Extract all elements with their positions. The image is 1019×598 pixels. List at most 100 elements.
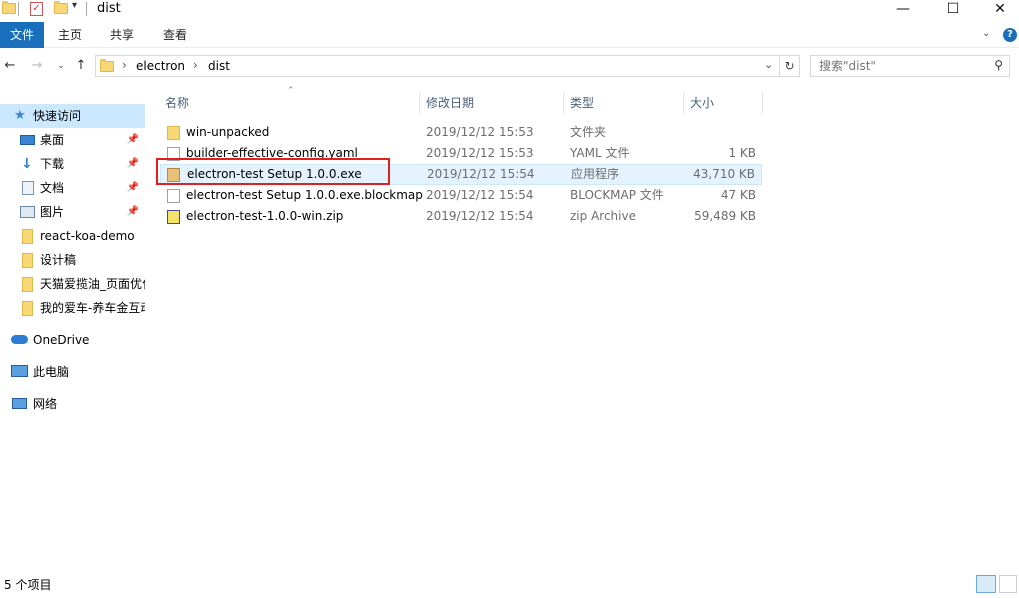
file-type: zip Archive (570, 209, 636, 223)
zip-icon (167, 210, 180, 224)
file-date: 2019/12/12 15:53 (426, 146, 534, 160)
folder-icon (22, 229, 33, 244)
back-arrow-icon[interactable]: ← (2, 58, 18, 74)
pin-icon[interactable]: 📌 (127, 200, 139, 224)
folder-icon (100, 59, 114, 75)
pin-icon[interactable]: 📌 (127, 152, 139, 176)
sidebar-item-react-koa-demo[interactable]: react-koa-demo (0, 224, 145, 248)
sidebar-item-label: OneDrive (33, 333, 90, 347)
sidebar-item-downloads[interactable]: ↓ 下载 📌 (0, 152, 145, 176)
column-divider[interactable] (419, 92, 420, 114)
column-divider[interactable] (683, 92, 684, 114)
folder-icon (2, 1, 16, 17)
file-type: 应用程序 (571, 167, 620, 181)
breadcrumb-electron[interactable]: electron (136, 59, 185, 73)
sidebar-item-label: 我的爱车-养车金互动 (40, 301, 145, 315)
pin-icon[interactable]: 📌 (127, 128, 139, 152)
column-divider[interactable] (762, 92, 763, 114)
file-date: 2019/12/12 15:54 (427, 167, 535, 181)
tab-share[interactable]: 共享 (96, 22, 148, 48)
sidebar-item-label: 快速访问 (33, 109, 82, 123)
address-dropdown-icon[interactable]: ⌄ (764, 58, 773, 71)
ribbon-expand-icon[interactable]: ⌄ (982, 28, 990, 39)
new-folder-icon[interactable] (54, 1, 68, 17)
table-row[interactable]: electron-test-1.0.0-win.zip 2019/12/12 1… (160, 206, 762, 227)
file-name: win-unpacked (186, 125, 270, 139)
folder-icon (22, 253, 33, 268)
table-row[interactable]: win-unpacked 2019/12/12 15:53 文件夹 (160, 122, 762, 143)
sidebar-item-network[interactable]: 网络 (0, 392, 145, 416)
folder-icon (167, 126, 180, 140)
refresh-button[interactable]: ↻ (780, 55, 800, 77)
recent-locations-icon[interactable]: ⌄ (53, 58, 69, 74)
customize-toolbar-icon[interactable]: ▾ (72, 0, 77, 11)
column-header-date[interactable]: 修改日期 (426, 92, 474, 114)
column-header-size[interactable]: 大小 (690, 92, 714, 114)
maximize-button[interactable]: ☐ (930, 0, 976, 20)
sidebar-item-documents[interactable]: 文档 📌 (0, 176, 145, 200)
folder-icon (22, 301, 33, 316)
file-date: 2019/12/12 15:54 (426, 188, 534, 202)
window-title: dist (97, 1, 121, 16)
large-icons-view-icon[interactable] (999, 575, 1017, 593)
details-view-icon[interactable] (976, 575, 996, 593)
sidebar-item-label: 此电脑 (33, 365, 70, 379)
close-button[interactable]: ✕ (977, 0, 1019, 20)
tab-home[interactable]: 主页 (44, 22, 96, 48)
sidebar-item-pictures[interactable]: 图片 📌 (0, 200, 145, 224)
file-type: YAML 文件 (570, 146, 630, 160)
sidebar-item-onedrive[interactable]: OneDrive (0, 328, 145, 352)
minimize-button[interactable]: — (880, 0, 926, 20)
divider (86, 2, 87, 16)
navigation-pane: ★ 快速访问 桌面 📌 ↓ 下载 📌 文档 📌 图片 📌 react-koa-d… (0, 98, 148, 568)
file-date: 2019/12/12 15:54 (426, 209, 534, 223)
sidebar-item-label: 图片 (40, 205, 65, 219)
file-type: BLOCKMAP 文件 (570, 188, 664, 202)
desktop-icon (20, 135, 35, 145)
search-box[interactable]: ⚲ (810, 55, 1010, 77)
table-row[interactable]: electron-test Setup 1.0.0.exe.blockmap 2… (160, 185, 762, 206)
navigation-bar: ← → ⌄ ↑ › electron › dist ⌄ ↻ ⚲ (0, 48, 1019, 86)
column-header-type[interactable]: 类型 (570, 92, 594, 114)
help-icon[interactable]: ? (1003, 28, 1017, 42)
sidebar-item-label: 网络 (33, 397, 58, 411)
sidebar-item-quick-access[interactable]: ★ 快速访问 (0, 104, 145, 128)
document-icon (22, 181, 34, 195)
sidebar-item-label: 下载 (40, 157, 65, 171)
search-input[interactable] (811, 56, 981, 76)
search-icon[interactable]: ⚲ (994, 58, 1003, 72)
download-icon: ↓ (21, 156, 33, 172)
sidebar-item-label: 设计稿 (40, 253, 77, 267)
file-date: 2019/12/12 15:53 (426, 125, 534, 139)
tab-file[interactable]: 文件 (0, 22, 44, 48)
network-icon (12, 398, 27, 409)
pin-icon[interactable]: 📌 (127, 176, 139, 200)
up-arrow-icon[interactable]: ↑ (73, 58, 89, 74)
computer-icon (11, 365, 28, 377)
sidebar-item-desktop[interactable]: 桌面 📌 (0, 128, 145, 152)
file-size: 1 KB (728, 146, 756, 160)
breadcrumb-dist[interactable]: dist (208, 59, 230, 73)
item-count: 5 个项目 (4, 578, 52, 592)
star-icon: ★ (14, 108, 26, 123)
file-name: electron-test-1.0.0-win.zip (186, 209, 344, 223)
sidebar-item-label: 文档 (40, 181, 65, 195)
sidebar-item-tmall[interactable]: 天猫爱揽油_页面优化 (0, 272, 145, 296)
address-bar[interactable]: › electron › dist ⌄ (95, 55, 780, 77)
file-size: 59,489 KB (694, 209, 756, 223)
tab-view[interactable]: 查看 (149, 22, 201, 48)
sort-ascending-icon: ⌃ (287, 86, 295, 96)
column-header-name[interactable]: 名称 (165, 92, 189, 114)
sidebar-item-my-car[interactable]: 我的爱车-养车金互动 (0, 296, 145, 320)
breadcrumb-separator: › (122, 58, 127, 72)
file-type: 文件夹 (570, 125, 607, 139)
title-bar: ✓ ▾ dist — ☐ ✕ (0, 0, 1019, 22)
sidebar-item-design[interactable]: 设计稿 (0, 248, 145, 272)
forward-arrow-icon[interactable]: → (29, 58, 45, 74)
file-icon (167, 189, 180, 203)
column-divider[interactable] (563, 92, 564, 114)
sidebar-item-label: react-koa-demo (40, 229, 135, 243)
properties-icon[interactable]: ✓ (30, 2, 43, 16)
sidebar-item-this-pc[interactable]: 此电脑 (0, 360, 145, 384)
file-size: 43,710 KB (693, 167, 755, 181)
